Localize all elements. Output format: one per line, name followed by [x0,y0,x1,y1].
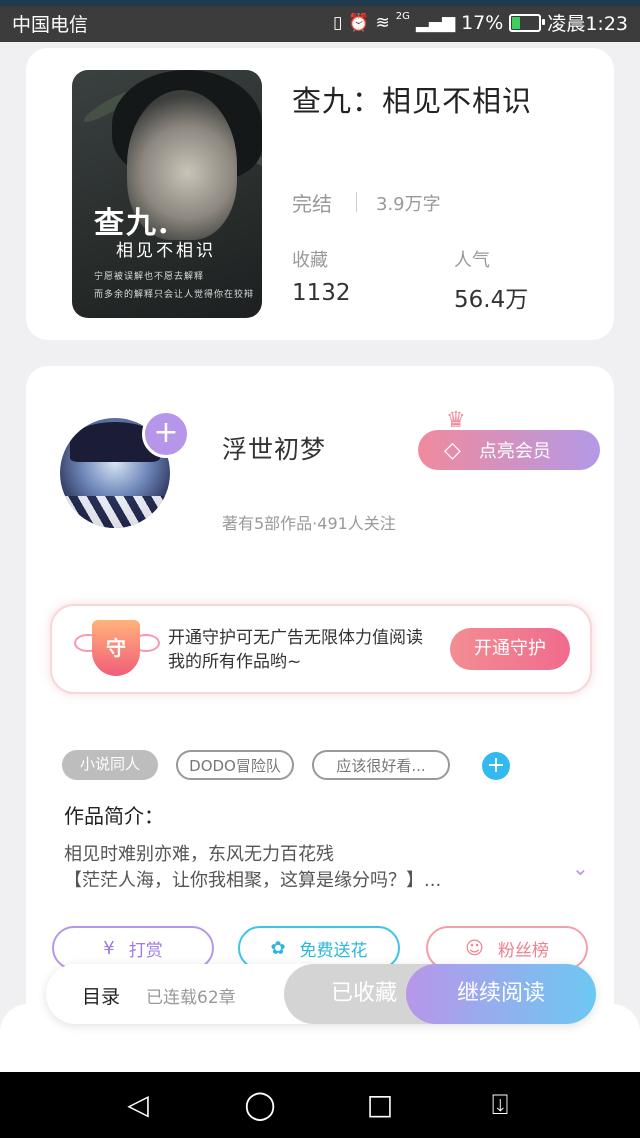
book-cover[interactable]: 查九. 相见不相识 宁愿被误解也不愿去解释 而多余的解释只会让人觉得你在狡辩 [72,70,262,318]
intro-line: 相见时难别亦难，东风无力百花残 [64,844,334,865]
status-icons: ▯ ⏰ ≋ 2G ▂▄▆ 17% 凌晨1:23 [333,9,628,36]
cover-caption: 宁愿被误解也不愿去解释 而多余的解释只会让人觉得你在狡辩 [94,272,255,300]
bottom-action-bar: 目录 已连载62章 已收藏 继续阅读 [46,964,596,1024]
author-name[interactable]: 浮世初梦 [222,430,326,466]
serial-chapter-count: 已连载62章 [146,988,236,1008]
flower-icon: ✿ [270,937,286,959]
battery-percent: 17% [461,11,504,34]
toc-button[interactable]: 目录 [82,982,120,1009]
recents-icon[interactable]: □ [360,1086,400,1126]
tag-item[interactable]: 应该很好看... [312,750,450,780]
open-guard-button[interactable]: 开通守护 [450,628,570,670]
signal-icon: ▂▄▆ [415,12,456,33]
user-icon: ☺ [465,937,484,959]
send-flower-label: 免费送花 [299,940,368,961]
guard-text: 开通守护可无广告无限体力值阅读我的所有作品哟~ [168,628,423,672]
status-bar: 中国电信 ▯ ⏰ ≋ 2G ▂▄▆ 17% 凌晨1:23 [0,0,640,42]
fans-ranking-label: 粉丝榜 [497,940,549,961]
back-icon[interactable]: ◁ [118,1086,158,1126]
book-word-count: 3.9万字 [376,194,441,215]
clock-time: 凌晨1:23 [547,13,628,35]
book-status: 完结 [292,192,332,216]
tip-button-label: 打赏 [128,940,163,961]
carrier-label: 中国电信 [12,14,89,36]
book-info-card: 查九. 相见不相识 宁愿被误解也不愿去解释 而多余的解释只会让人觉得你在狡辩 查… [26,48,614,340]
network-type-label: 2G [395,11,410,22]
favorites-label: 收藏 [292,250,328,271]
chevron-down-icon[interactable]: ⌄ [572,856,589,880]
system-nav-bar: ◁ ◯ □ ⍗ [0,1072,640,1138]
popularity-label: 人气 [454,250,490,271]
cover-subtitle: 相见不相识 [116,241,216,261]
tag-item[interactable]: 小说同人 [62,750,158,780]
popularity-value: 56.4万 [454,287,529,313]
guard-banner: 守 开通守护可无广告无限体力值阅读我的所有作品哟~ 开通守护 [50,604,592,694]
diamond-icon: ◇ [444,437,461,463]
status-bar-top-line [0,0,640,6]
tag-item[interactable]: DODO冒险队 [176,750,294,780]
continue-reading-button[interactable]: 继续阅读 [406,964,596,1024]
alarm-icon: ⏰ [348,12,370,33]
vibrate-icon: ▯ [332,12,343,33]
vip-button-label: 点亮会员 [478,441,551,462]
divider [356,192,357,212]
notification-pull-down-icon[interactable]: ⍗ [480,1086,520,1126]
home-icon[interactable]: ◯ [240,1086,280,1126]
intro-title: 作品简介： [64,804,164,828]
add-tag-icon[interactable]: + [482,752,510,780]
intro-text[interactable]: 相见时难别亦难，东风无力百花残 【茫茫人海，让你我相聚，这算是缘分吗？】... [64,842,524,894]
book-title: 查九：相见不相识 [292,84,533,118]
intro-line: 【茫茫人海，让你我相聚，这算是缘分吗？】... [64,870,442,891]
wifi-icon: ≋ [375,12,390,33]
guard-shield-icon: 守 [92,620,140,676]
author-meta: 著有5部作品·491人关注 [222,514,396,533]
vip-button[interactable]: ◇ 点亮会员 [418,430,600,470]
favorites-value: 1132 [292,280,351,306]
follow-plus-icon[interactable]: + [142,410,190,458]
battery-icon [509,13,546,32]
yen-coin-icon: ¥ [103,937,115,959]
